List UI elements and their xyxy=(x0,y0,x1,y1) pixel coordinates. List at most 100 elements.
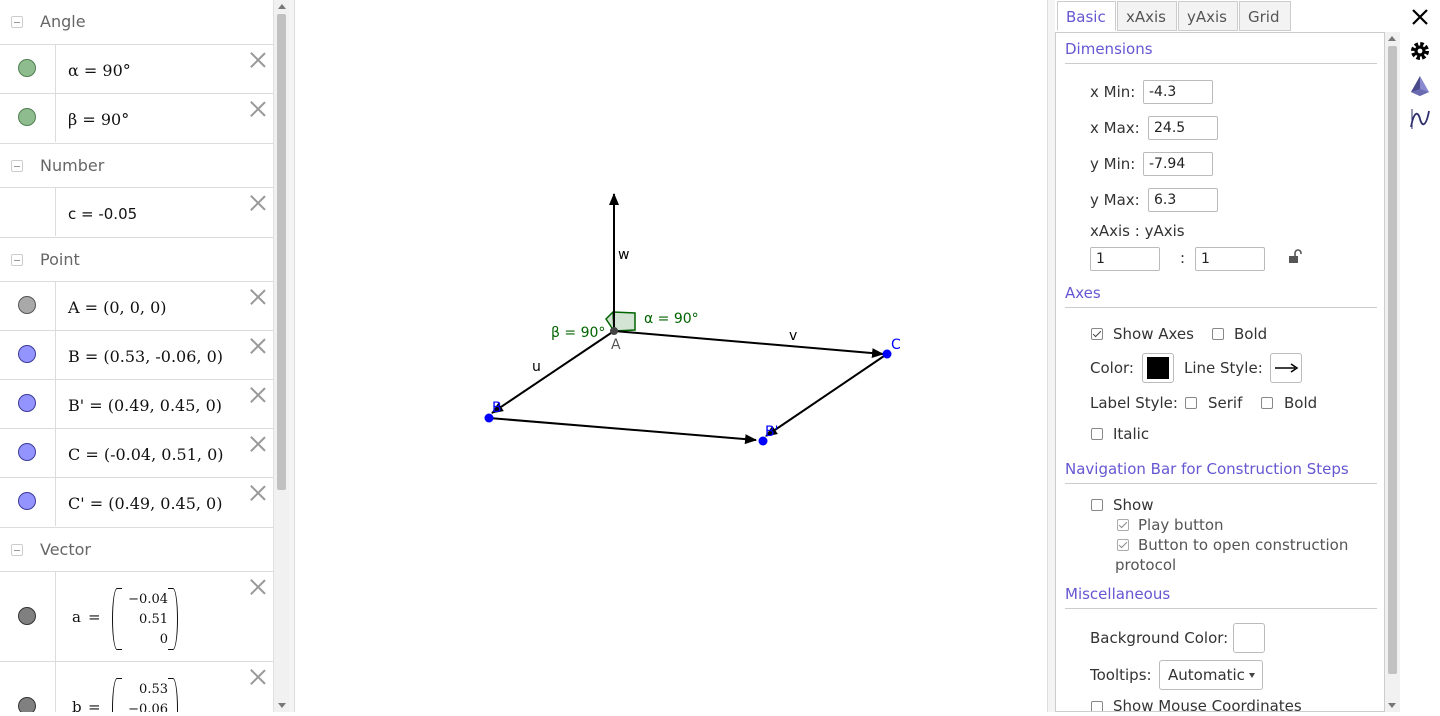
visibility-toggle-icon[interactable] xyxy=(18,296,36,314)
close-icon[interactable] xyxy=(1408,5,1432,29)
algebra-expression[interactable]: A = (0, 0, 0) xyxy=(68,298,167,317)
gear-icon[interactable] xyxy=(1408,39,1432,63)
bold-label-checkbox[interactable] xyxy=(1261,397,1273,409)
graphics-3d-icon[interactable] xyxy=(1408,74,1432,98)
italic-checkbox[interactable] xyxy=(1091,428,1103,440)
delete-icon[interactable] xyxy=(249,100,267,118)
algebra-row-Bp[interactable]: B' = (0.49, 0.45, 0) xyxy=(0,379,273,428)
vector-u[interactable] xyxy=(491,330,615,414)
group-header-angle[interactable]: Angle xyxy=(0,0,273,44)
ratio-x-input[interactable] xyxy=(1090,247,1160,271)
lock-open-icon[interactable] xyxy=(1287,248,1303,264)
tab-basic[interactable]: Basic xyxy=(1057,1,1116,31)
delete-icon[interactable] xyxy=(249,435,267,453)
bold-checkbox[interactable] xyxy=(1212,328,1224,340)
delete-icon[interactable] xyxy=(249,337,267,355)
visibility-toggle-icon[interactable] xyxy=(18,394,36,412)
scrollbar-thumb[interactable] xyxy=(1388,46,1397,674)
tab-grid[interactable]: Grid xyxy=(1239,1,1291,31)
tab-xaxis[interactable]: xAxis xyxy=(1117,1,1177,31)
visibility-toggle-icon[interactable] xyxy=(18,59,36,77)
scroll-down-icon[interactable] xyxy=(1388,703,1396,708)
mouse-coords-label[interactable]: Show Mouse Coordinates xyxy=(1113,697,1302,711)
algebra-expression[interactable]: B' = (0.49, 0.45, 0) xyxy=(68,396,222,415)
delete-icon[interactable] xyxy=(249,288,267,306)
delete-icon[interactable] xyxy=(249,386,267,404)
show-axes-checkbox[interactable] xyxy=(1091,328,1103,340)
group-header-point[interactable]: Point xyxy=(0,237,273,282)
algebra-expression[interactable]: C = (-0.04, 0.51, 0) xyxy=(68,445,223,464)
delete-icon[interactable] xyxy=(249,194,267,212)
scroll-down-icon[interactable] xyxy=(278,703,286,708)
collapse-icon[interactable] xyxy=(11,544,23,556)
show-navbar-label[interactable]: Show xyxy=(1113,496,1153,514)
tab-yaxis[interactable]: yAxis xyxy=(1178,1,1238,31)
algebra-row-a[interactable]: a = −0.04 0.51 0 xyxy=(0,571,273,661)
axes-color-button[interactable] xyxy=(1142,353,1174,383)
algebra-row-beta[interactable]: β = 90° xyxy=(0,93,273,142)
visibility-toggle-icon[interactable] xyxy=(18,492,36,510)
serif-checkbox[interactable] xyxy=(1185,397,1197,409)
ymax-input[interactable] xyxy=(1148,188,1218,212)
group-header-vector[interactable]: Vector xyxy=(0,527,273,572)
protocol-button-label-cont[interactable]: protocol xyxy=(1115,556,1176,574)
vector-a[interactable] xyxy=(488,417,757,445)
italic-label[interactable]: Italic xyxy=(1113,425,1149,443)
ratio-y-input[interactable] xyxy=(1195,247,1265,271)
point-A[interactable] xyxy=(610,327,618,335)
algebra-scrollbar[interactable] xyxy=(273,0,289,712)
algebra-expression[interactable]: β = 90° xyxy=(68,110,129,129)
pane-divider[interactable] xyxy=(1047,0,1055,712)
visibility-toggle-icon[interactable] xyxy=(18,607,36,625)
algebra-row-Cp[interactable]: C' = (0.49, 0.45, 0) xyxy=(0,477,273,526)
visibility-toggle-icon[interactable] xyxy=(18,345,36,363)
algebra-row-alpha[interactable]: α = 90° xyxy=(0,44,273,93)
play-button-checkbox[interactable] xyxy=(1117,519,1129,531)
line-style-button[interactable] xyxy=(1270,353,1302,383)
group-header-number[interactable]: Number xyxy=(0,143,273,188)
ymin-input[interactable] xyxy=(1143,152,1213,176)
visibility-toggle-icon[interactable] xyxy=(18,443,36,461)
visibility-toggle-icon[interactable] xyxy=(18,108,36,126)
show-navbar-checkbox[interactable] xyxy=(1091,499,1103,511)
vector-v[interactable] xyxy=(613,330,884,359)
mouse-coords-checkbox[interactable] xyxy=(1091,701,1103,711)
algebra-row-C[interactable]: C = (-0.04, 0.51, 0) xyxy=(0,428,273,477)
xmax-input[interactable] xyxy=(1148,116,1218,140)
algebra-row-A[interactable]: A = (0, 0, 0) xyxy=(0,281,273,330)
graphics-canvas[interactable]: w u v A B B' C β = 90° α = 90° xyxy=(295,0,1047,712)
algebra-expression[interactable]: α = 90° xyxy=(68,61,131,80)
collapse-icon[interactable] xyxy=(11,160,23,172)
play-button-label[interactable]: Play button xyxy=(1138,516,1224,534)
algebra-expression[interactable]: c = -0.05 xyxy=(68,205,137,223)
show-axes-label[interactable]: Show Axes xyxy=(1113,325,1194,343)
visibility-toggle-icon[interactable] xyxy=(18,697,36,712)
properties-scrollbar[interactable] xyxy=(1385,32,1400,712)
algebra-row-c[interactable]: c = -0.05 xyxy=(0,187,273,236)
graphics-2d-icon[interactable] xyxy=(1408,107,1432,131)
protocol-button-checkbox[interactable] xyxy=(1117,539,1129,551)
protocol-button-label[interactable]: Button to open construction xyxy=(1138,536,1348,554)
tooltips-select[interactable]: Automatic xyxy=(1159,660,1263,690)
algebra-expression[interactable]: C' = (0.49, 0.45, 0) xyxy=(68,494,222,513)
bold-label[interactable]: Bold xyxy=(1234,325,1267,343)
scroll-up-icon[interactable] xyxy=(278,4,286,9)
collapse-icon[interactable] xyxy=(11,254,23,266)
delete-icon[interactable] xyxy=(249,484,267,502)
delete-icon[interactable] xyxy=(249,51,267,69)
algebra-row-B[interactable]: B = (0.53, -0.06, 0) xyxy=(0,330,273,379)
serif-label[interactable]: Serif xyxy=(1208,394,1242,412)
delete-icon[interactable] xyxy=(249,578,267,596)
algebra-expression[interactable]: B = (0.53, -0.06, 0) xyxy=(68,347,223,366)
scrollbar-thumb[interactable] xyxy=(277,14,286,490)
delete-icon[interactable] xyxy=(249,668,267,686)
algebra-row-b[interactable]: b = 0.53 −0.06 xyxy=(0,661,273,712)
xmin-input[interactable] xyxy=(1143,80,1213,104)
vector-b[interactable] xyxy=(765,353,888,437)
scroll-up-icon[interactable] xyxy=(1388,36,1396,41)
graphics-view[interactable]: w u v A B B' C β = 90° α = 90° xyxy=(295,0,1047,712)
background-color-button[interactable] xyxy=(1233,623,1265,653)
angle-alpha-marker[interactable] xyxy=(605,311,636,332)
bold-label-style[interactable]: Bold xyxy=(1284,394,1317,412)
collapse-icon[interactable] xyxy=(11,16,23,28)
